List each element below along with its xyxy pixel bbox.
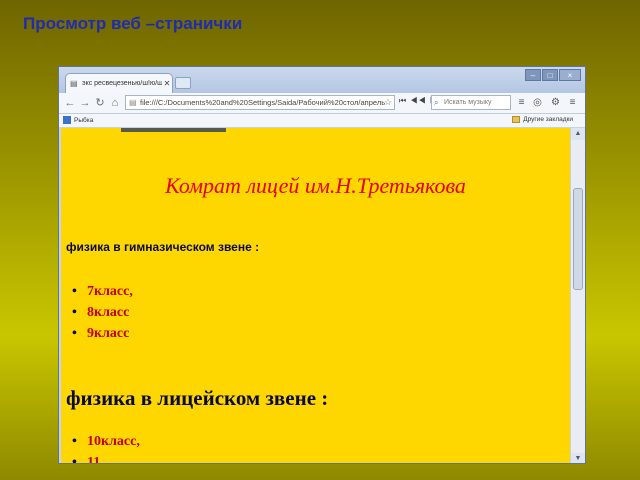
section-heading: физика в гимназическом звене : xyxy=(66,240,260,254)
bullet-icon: • xyxy=(72,305,77,320)
address-bar[interactable]: ▤ file:///C:/Documents%20and%20Settings/… xyxy=(125,95,395,110)
list-item[interactable]: • 10класс, xyxy=(61,434,140,455)
title-bar: ▤ экс ресвецезенью/ш!ю/ш ✕ – □ × xyxy=(59,67,585,93)
search-placeholder: Искать музыку xyxy=(444,99,492,106)
bookmark-label: Рыбка xyxy=(74,116,94,124)
other-bookmarks[interactable]: Другие закладки xyxy=(512,116,573,123)
section-heading: физика в лицейском звене : xyxy=(66,386,329,410)
close-window-button[interactable]: × xyxy=(559,69,581,81)
slide-title: Просмотр веб –странички xyxy=(23,14,243,33)
scroll-up-icon[interactable]: ▲ xyxy=(571,128,585,140)
page-icon: ▤ xyxy=(70,78,78,88)
browser-tab[interactable]: ▤ экс ресвецезенью/ш!ю/ш ✕ xyxy=(65,73,173,93)
wrench-icon[interactable]: ⚙ xyxy=(549,96,562,109)
search-icon: ⌕ xyxy=(434,98,439,107)
bullet-icon: • xyxy=(72,434,77,449)
bullet-icon: • xyxy=(72,326,77,341)
tab-label: экс ресвецезенью/ш!ю/ш xyxy=(82,80,162,87)
folder-icon xyxy=(512,116,521,123)
list-item-label: 8класс xyxy=(87,305,130,320)
page-icon: ▤ xyxy=(129,98,137,107)
list-item-label: 11... xyxy=(87,455,111,464)
forward-icon[interactable]: → xyxy=(78,96,92,110)
bookmark-item[interactable]: Рыбка xyxy=(63,116,93,124)
grade-list: • 7класс, • 8класс • 9класс xyxy=(61,284,133,347)
list-item-label: 9класс xyxy=(87,326,130,341)
browser-window: ▤ экс ресвецезенью/ш!ю/ш ✕ – □ × ← → ↻ ⌂… xyxy=(58,66,586,464)
banner-image xyxy=(121,128,226,132)
list-item[interactable]: • 9класс xyxy=(61,326,133,347)
bullet-icon: • xyxy=(72,284,77,299)
search-input[interactable]: ⌕ Искать музыку xyxy=(431,95,511,110)
list-item-label: 7класс, xyxy=(87,284,133,299)
scroll-down-icon[interactable]: ▼ xyxy=(571,453,585,463)
toolbar: ← → ↻ ⌂ ▤ file:///C:/Documents%20and%20S… xyxy=(59,93,585,114)
new-tab-button[interactable] xyxy=(175,77,191,89)
back-icon[interactable]: ← xyxy=(63,96,77,110)
minimize-button[interactable]: – xyxy=(525,69,541,81)
settings-menu-icon[interactable]: ≡ xyxy=(566,96,579,109)
list-item[interactable]: • 8класс xyxy=(61,305,133,326)
page-content: Комрат лицей им.Н.Третьякова физика в ги… xyxy=(61,128,570,464)
list-item[interactable]: • 11... xyxy=(61,455,140,464)
bullet-icon: • xyxy=(72,455,77,464)
vertical-scrollbar[interactable]: ▲ ▼ xyxy=(570,128,585,463)
other-bookmarks-label: Другие закладки xyxy=(523,116,573,123)
list-item[interactable]: • 7класс, xyxy=(61,284,133,305)
reload-icon[interactable]: ↻ xyxy=(93,96,107,110)
bookmarks-bar: Рыбка Другие закладки xyxy=(59,114,585,128)
list-item-label: 10класс, xyxy=(87,434,140,449)
bookmark-icon xyxy=(63,116,71,124)
site-title: Комрат лицей им.Н.Третьякова xyxy=(165,173,466,198)
window-controls: – □ × xyxy=(525,69,581,81)
star-icon[interactable]: ☆ xyxy=(384,96,392,109)
page-menu-icon[interactable]: ◎ xyxy=(531,96,544,109)
maximize-button[interactable]: □ xyxy=(542,69,558,81)
home-icon[interactable]: ⌂ xyxy=(108,96,122,110)
scroll-thumb[interactable] xyxy=(573,188,583,290)
address-text: file:///C:/Documents%20and%20Settings/Sa… xyxy=(140,98,386,107)
menu-icon[interactable]: ≡ xyxy=(515,96,528,109)
close-icon[interactable]: ✕ xyxy=(162,79,172,88)
grade-list: • 10класс, • 11... xyxy=(61,434,140,464)
